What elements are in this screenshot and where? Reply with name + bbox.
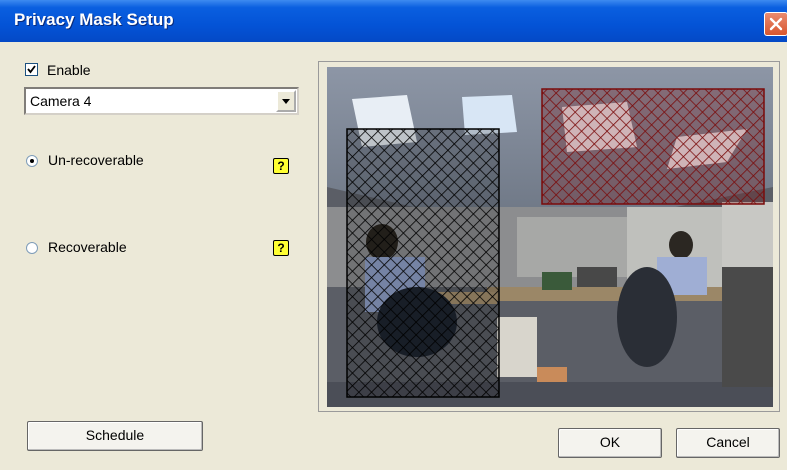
close-icon — [769, 17, 783, 31]
help-icon-unrecoverable[interactable]: ? — [273, 158, 289, 174]
window-title: Privacy Mask Setup — [14, 10, 174, 29]
help-icon-recoverable[interactable]: ? — [273, 240, 289, 256]
cancel-button[interactable]: Cancel — [676, 428, 780, 458]
privacy-mask-red[interactable] — [542, 89, 764, 204]
camera-preview-frame — [318, 61, 780, 412]
checkmark-icon — [27, 65, 36, 74]
recoverable-label: Recoverable — [48, 239, 127, 255]
recoverable-radio[interactable] — [26, 242, 38, 254]
camera-select[interactable]: Camera 4 — [24, 87, 299, 115]
camera-select-value: Camera 4 — [30, 93, 92, 109]
unrecoverable-label: Un-recoverable — [48, 152, 144, 168]
enable-checkbox[interactable] — [25, 63, 38, 76]
privacy-mask-dark[interactable] — [347, 129, 499, 397]
unrecoverable-radio[interactable] — [26, 155, 38, 167]
privacy-mask-dialog: Privacy Mask Setup Enable Camera 4 Un-re… — [0, 0, 787, 470]
camera-preview[interactable] — [327, 67, 773, 407]
title-bar: Privacy Mask Setup — [0, 0, 787, 42]
enable-label: Enable — [47, 62, 91, 78]
close-button[interactable] — [764, 12, 787, 36]
schedule-button[interactable]: Schedule — [27, 421, 203, 451]
ok-button[interactable]: OK — [558, 428, 662, 458]
office-scene-image — [327, 67, 773, 407]
camera-select-dropdown-button[interactable] — [276, 90, 296, 112]
chevron-down-icon — [282, 99, 290, 104]
